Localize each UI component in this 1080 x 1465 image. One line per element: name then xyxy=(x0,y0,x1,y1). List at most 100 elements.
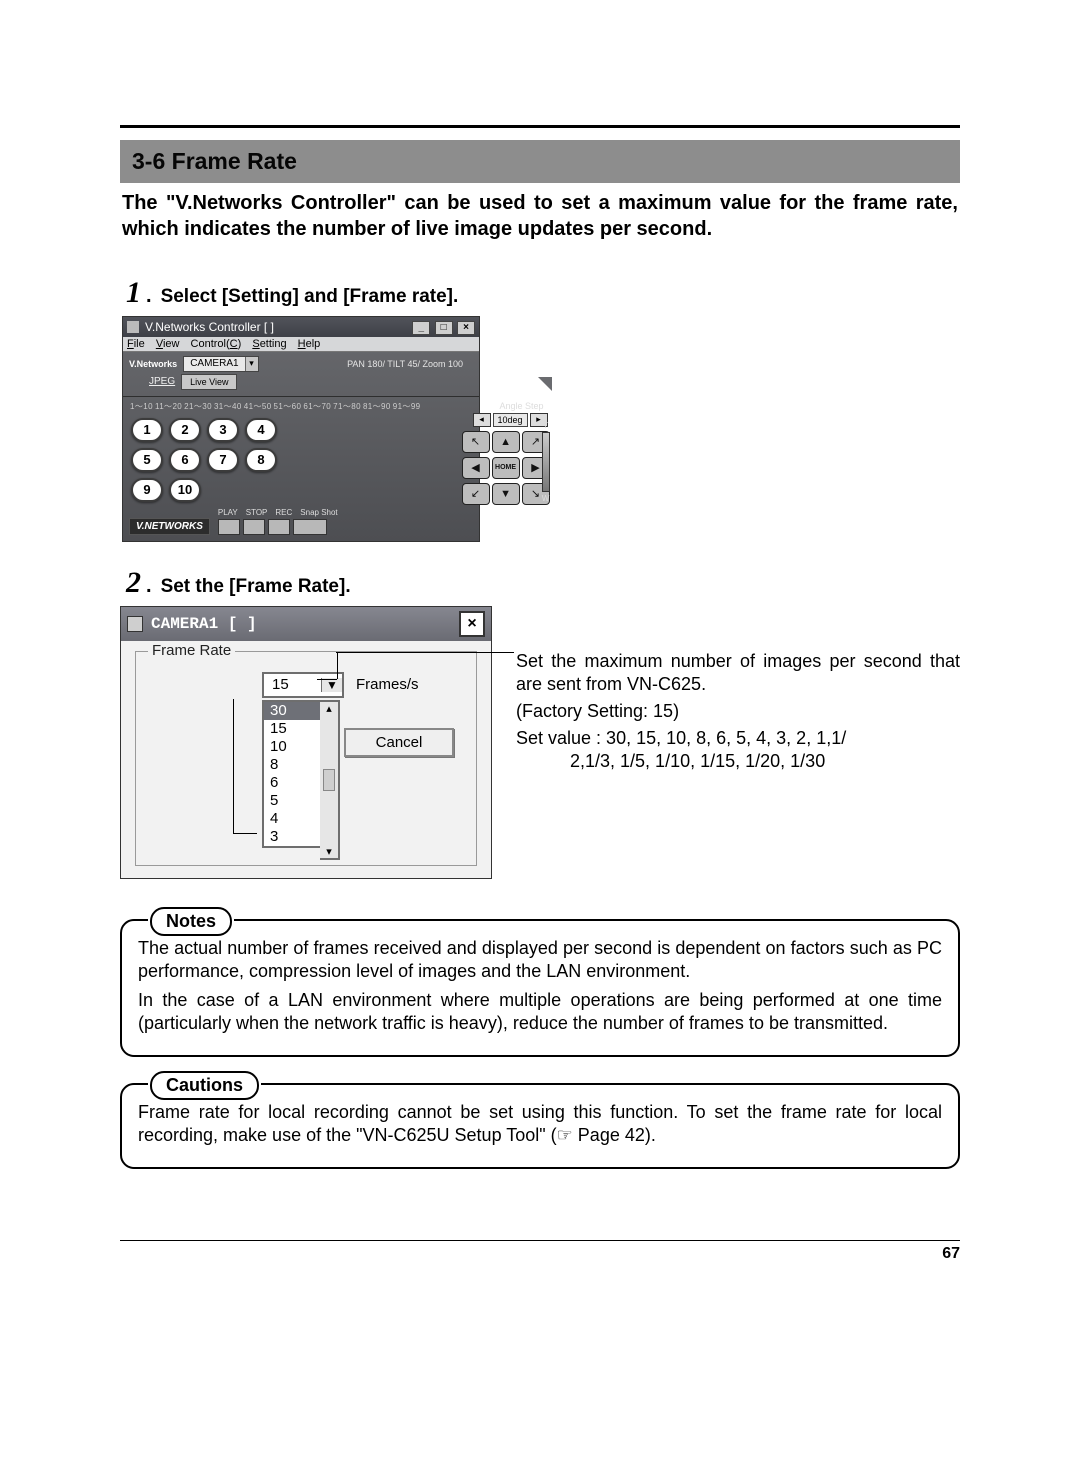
side-line-3: Set value : 30, 15, 10, 8, 6, 5, 4, 3, 2… xyxy=(516,727,960,773)
menu-help[interactable]: Help xyxy=(298,338,321,350)
scroll-down-icon[interactable]: ▾ xyxy=(320,845,338,858)
option-15[interactable]: 15 xyxy=(264,720,322,738)
frame-rate-fieldset: Frame Rate 15 ▼ Frames/s 30 15 10 xyxy=(135,651,477,866)
position-tabs[interactable]: 1～1011～2021～3031～4041～5051～6061～7071～808… xyxy=(129,401,422,412)
dropdown-scrollbar[interactable]: ▴ ▾ xyxy=(320,700,340,860)
chevron-down-icon[interactable]: ▼ xyxy=(321,678,342,692)
zoom-t-label: T xyxy=(543,421,548,430)
vnetworks-logo: V.NETWORKS xyxy=(129,518,210,535)
pos-button-2[interactable]: 2 xyxy=(169,418,201,442)
pos-button-4[interactable]: 4 xyxy=(245,418,277,442)
jpeg-label: JPEG xyxy=(149,376,175,387)
section-number: 3-6 xyxy=(132,148,165,174)
cautions-box: Cautions Frame rate for local recording … xyxy=(120,1083,960,1169)
pos-button-10[interactable]: 10 xyxy=(169,478,201,502)
camera-select-value: CAMERA1 xyxy=(184,358,244,369)
scroll-thumb[interactable] xyxy=(323,769,335,791)
label-rec: REC xyxy=(275,508,292,517)
frame-rate-value: 15 xyxy=(264,676,321,693)
ptz-up[interactable]: ▲ xyxy=(492,431,520,453)
minimize-button[interactable]: _ xyxy=(412,321,430,335)
menu-view[interactable]: View xyxy=(156,338,180,350)
step-1-number: 1 xyxy=(126,276,141,310)
pos-button-7[interactable]: 7 xyxy=(207,448,239,472)
option-5[interactable]: 5 xyxy=(264,792,322,810)
position-panel: 1～1011～2021～3031～4041～5051～6061～7071～808… xyxy=(123,397,428,541)
resize-grip-icon[interactable] xyxy=(538,377,552,391)
notes-p2: In the case of a LAN environment where m… xyxy=(138,989,942,1035)
cautions-label: Cautions xyxy=(150,1071,259,1100)
pos-button-1[interactable]: 1 xyxy=(131,418,163,442)
notes-box: Notes The actual number of frames receiv… xyxy=(120,919,960,1057)
dialog-titlebar[interactable]: CAMERA1 [ ] × xyxy=(121,607,491,641)
side-line-1: Set the maximum number of images per sec… xyxy=(516,650,960,696)
ptz-readout: PAN 180/ TILT 45/ Zoom 100 xyxy=(347,359,473,369)
angle-step-label: Angle Step xyxy=(432,401,548,411)
app-icon xyxy=(127,321,139,333)
pos-button-9[interactable]: 9 xyxy=(131,478,163,502)
window-title: V.Networks Controller [ ] xyxy=(145,320,274,334)
frame-rate-dropdown-list[interactable]: 30 15 10 8 6 5 4 3 xyxy=(262,700,324,848)
notes-label: Notes xyxy=(150,907,232,936)
angle-step-prev[interactable]: ◂ xyxy=(473,413,491,427)
window-titlebar[interactable]: V.Networks Controller [ ] _ □ × xyxy=(123,317,479,337)
side-explanation: Set the maximum number of images per sec… xyxy=(516,606,960,777)
page-number: 67 xyxy=(942,1245,960,1262)
label-stop: STOP xyxy=(246,508,268,517)
ptz-down[interactable]: ▼ xyxy=(492,483,520,505)
callout-line xyxy=(337,653,338,679)
camera-select[interactable]: CAMERA1 ▾ xyxy=(183,356,258,372)
ptz-left[interactable]: ◀ xyxy=(462,457,490,479)
live-view-button[interactable]: Live View xyxy=(181,374,237,390)
page-footer: 67 xyxy=(120,1240,960,1263)
pos-button-5[interactable]: 5 xyxy=(131,448,163,472)
cancel-button[interactable]: Cancel xyxy=(344,728,454,757)
option-8[interactable]: 8 xyxy=(264,756,322,774)
pos-button-8[interactable]: 8 xyxy=(245,448,277,472)
menu-file[interactable]: File xyxy=(127,338,145,350)
option-4[interactable]: 4 xyxy=(264,810,322,828)
menu-bar[interactable]: File View Control(C) Setting Help xyxy=(123,337,479,352)
vnetworks-label: V.Networks xyxy=(129,359,177,369)
menu-setting[interactable]: Setting xyxy=(252,338,286,350)
step-2-number: 2 xyxy=(126,566,141,600)
rec-button[interactable] xyxy=(268,519,290,535)
frame-rate-select[interactable]: 15 ▼ xyxy=(262,672,344,698)
scroll-up-icon[interactable]: ▴ xyxy=(320,702,338,715)
play-button[interactable] xyxy=(218,519,240,535)
section-heading: 3-6 Frame Rate xyxy=(120,140,960,183)
snapshot-button[interactable] xyxy=(293,519,327,535)
option-3[interactable]: 3 xyxy=(264,828,322,846)
ptz-panel: Angle Step ◂ 10deg ▸ ↖ ▲ ↗ ◀ HOME ▶ ↙ ▼ … xyxy=(428,397,552,541)
frames-per-second-label: Frames/s xyxy=(356,676,419,693)
vnetworks-controller-window: V.Networks Controller [ ] _ □ × File Vie… xyxy=(122,316,480,542)
pos-button-3[interactable]: 3 xyxy=(207,418,239,442)
step-1-text: Select [Setting] and [Frame rate]. xyxy=(157,286,459,308)
option-10[interactable]: 10 xyxy=(264,738,322,756)
fieldset-legend: Frame Rate xyxy=(148,642,235,659)
close-button[interactable]: × xyxy=(457,321,475,335)
option-6[interactable]: 6 xyxy=(264,774,322,792)
ptz-home-button[interactable]: HOME xyxy=(492,457,520,479)
dialog-title: CAMERA1 [ ] xyxy=(151,615,257,633)
app-icon xyxy=(127,616,143,632)
callout-line xyxy=(233,699,234,833)
step-2: 2. Set the [Frame Rate]. xyxy=(126,566,960,600)
pos-button-6[interactable]: 6 xyxy=(169,448,201,472)
zoom-slider[interactable] xyxy=(542,432,550,492)
intro-paragraph: The "V.Networks Controller" can be used … xyxy=(122,191,958,242)
stop-button[interactable] xyxy=(243,519,265,535)
angle-step-value: 10deg xyxy=(493,413,528,427)
ptz-down-left[interactable]: ↙ xyxy=(462,483,490,505)
callout-line xyxy=(317,679,337,680)
callout-line xyxy=(336,652,514,653)
close-icon[interactable]: × xyxy=(459,611,485,637)
notes-p1: The actual number of frames received and… xyxy=(138,937,942,983)
chevron-down-icon[interactable]: ▾ xyxy=(245,357,258,371)
option-30[interactable]: 30 xyxy=(264,702,322,720)
step-2-text: Set the [Frame Rate]. xyxy=(157,576,351,598)
label-play: PLAY xyxy=(218,508,238,517)
ptz-up-left[interactable]: ↖ xyxy=(462,431,490,453)
menu-control[interactable]: Control(C) xyxy=(191,338,242,350)
maximize-button[interactable]: □ xyxy=(435,321,453,335)
